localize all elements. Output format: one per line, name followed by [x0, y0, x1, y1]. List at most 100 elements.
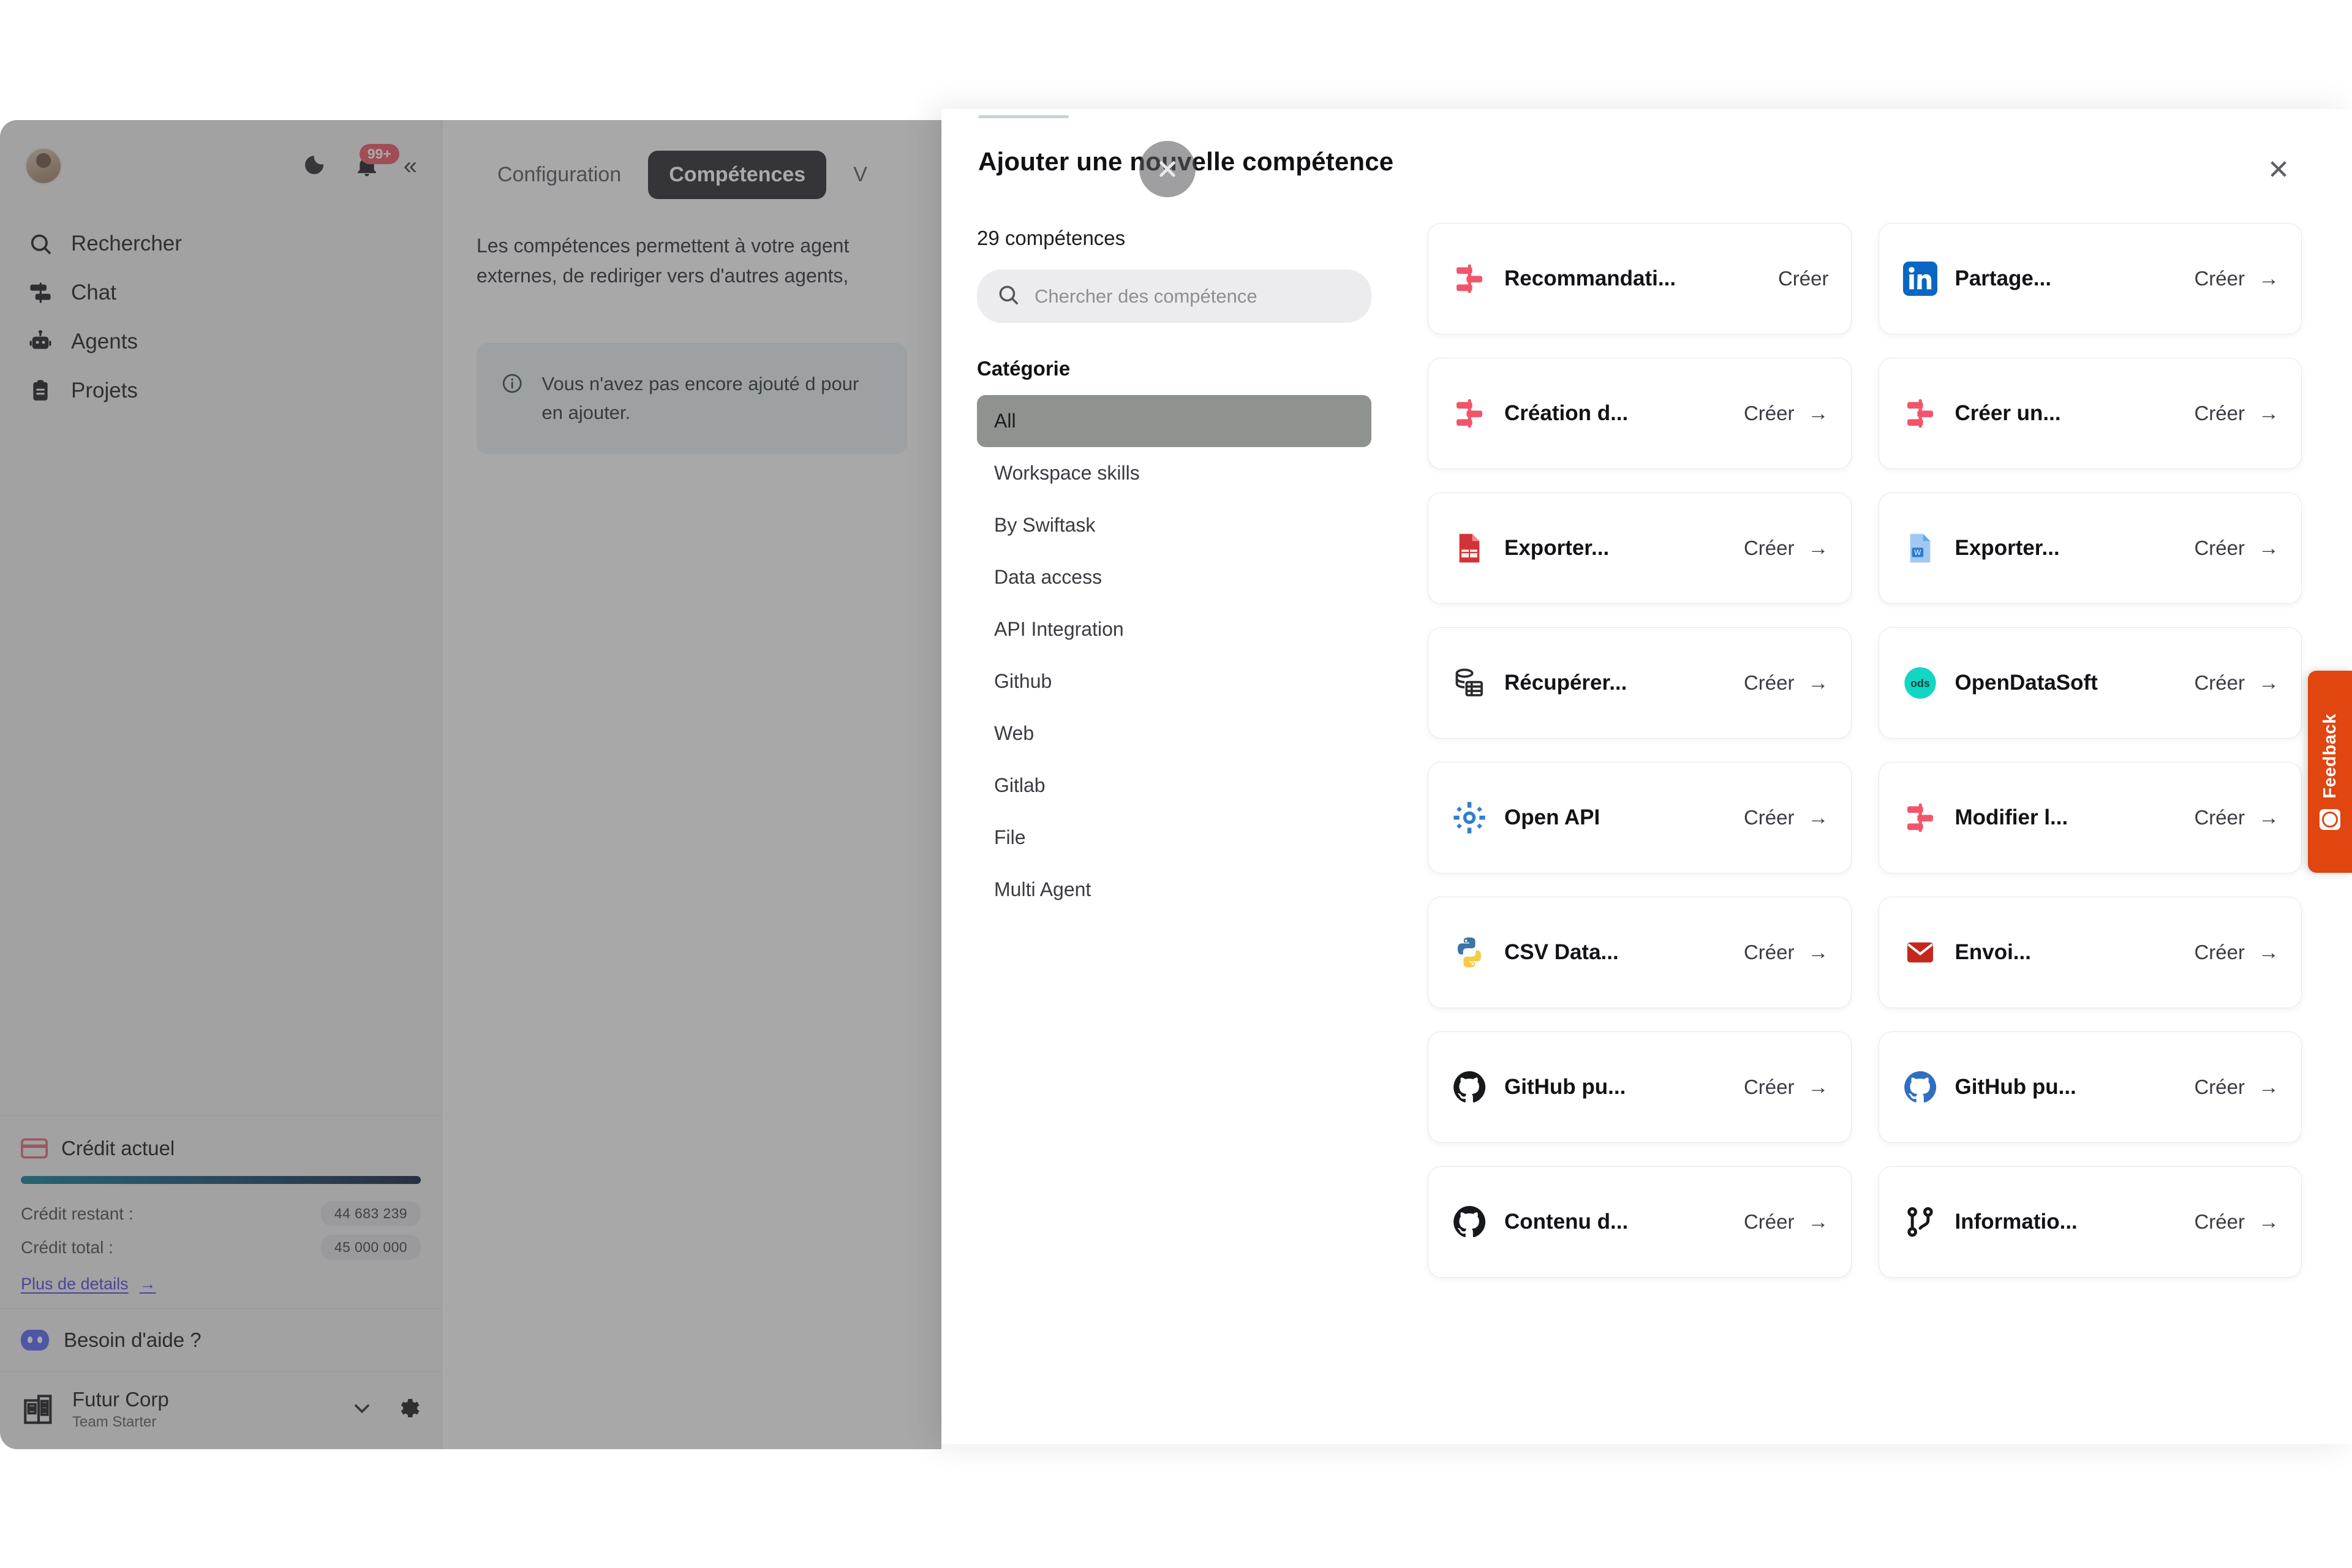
github-icon	[1450, 1203, 1488, 1241]
create-skill-button[interactable]: Créer →	[1744, 537, 1829, 560]
tab-competences[interactable]: Compétences	[648, 151, 827, 199]
arrow-right-icon: →	[1807, 537, 1829, 560]
sidebar: 99+ « Rechercher Chat Agents Projets Cré…	[0, 120, 442, 1449]
linkedin-icon	[1901, 260, 1939, 298]
close-icon[interactable]: ✕	[2261, 153, 2296, 187]
feedback-label: Feedback	[2320, 713, 2340, 799]
feedback-tab[interactable]: Feedback	[2308, 671, 2352, 873]
sidebar-item-agents[interactable]: Agents	[0, 317, 442, 366]
category-item-data-access[interactable]: Data access	[977, 551, 1371, 603]
arrow-right-icon: →	[1807, 1076, 1829, 1099]
sidebar-item-chat[interactable]: Chat	[0, 268, 442, 317]
more-details-link[interactable]: Plus de details →	[21, 1275, 421, 1294]
skill-card[interactable]: Recommandati... Créer	[1428, 223, 1852, 334]
create-skill-button[interactable]: Créer →	[2194, 267, 2279, 290]
category-item-file[interactable]: File	[977, 812, 1371, 864]
create-skill-button[interactable]: Créer →	[1744, 806, 1829, 829]
tab-vue[interactable]: V	[832, 151, 888, 199]
category-list: All Workspace skills By Swiftask Data ac…	[977, 395, 1371, 916]
create-skill-button[interactable]: Créer →	[2194, 537, 2279, 560]
skill-card[interactable]: Partage... Créer →	[1878, 223, 2302, 334]
skill-card[interactable]: ods OpenDataSoft Créer →	[1878, 627, 2302, 739]
help-link[interactable]: Besoin d'aide ?	[0, 1308, 442, 1371]
create-skill-button[interactable]: Créer →	[2194, 941, 2279, 964]
notifications-bell-icon[interactable]: 99+	[351, 144, 399, 182]
skill-name: Exporter...	[1954, 536, 2060, 560]
sidebar-item-rechercher[interactable]: Rechercher	[0, 219, 442, 268]
create-skill-button[interactable]: Créer →	[1744, 402, 1829, 425]
create-skill-button[interactable]: Créer	[1778, 267, 1829, 290]
skill-card[interactable]: Informatio... Créer →	[1878, 1166, 2302, 1278]
skill-card[interactable]: Contenu d... Créer →	[1428, 1166, 1852, 1278]
arrow-right-icon: →	[2258, 267, 2279, 290]
sidebar-item-label: Projets	[71, 379, 138, 402]
create-skill-button[interactable]: Créer →	[1744, 941, 1829, 964]
category-item-multi-agent[interactable]: Multi Agent	[977, 864, 1371, 916]
arrow-right-icon: →	[1807, 671, 1829, 695]
org-switcher[interactable]: Futur Corp Team Starter	[0, 1371, 442, 1449]
skill-card[interactable]: Récupérer... Créer →	[1428, 627, 1852, 739]
create-skill-button[interactable]: Créer →	[1744, 1076, 1829, 1099]
create-skill-button[interactable]: Créer →	[1744, 671, 1829, 695]
sidebar-item-label: Agents	[71, 330, 138, 353]
category-item-workspace-skills[interactable]: Workspace skills	[977, 447, 1371, 499]
create-button-label: Créer	[1743, 1076, 1795, 1098]
skill-card[interactable]: GitHub pu... Créer →	[1878, 1031, 2302, 1143]
create-skill-button[interactable]: Créer →	[2194, 806, 2279, 829]
create-skill-button[interactable]: Créer →	[2194, 1210, 2279, 1234]
page-description: Les compétences permettent à votre agent…	[477, 235, 850, 287]
credit-total-label: Crédit total :	[21, 1237, 113, 1257]
category-item-github[interactable]: Github	[977, 655, 1371, 707]
skill-card[interactable]: CSV Data... Créer →	[1428, 897, 1852, 1008]
filter-panel: 29 compétences Catégorie All Workspace s…	[941, 201, 1407, 1444]
sidebar-item-projets[interactable]: Projets	[0, 366, 442, 415]
skill-card[interactable]: GitHub pu... Créer →	[1428, 1031, 1852, 1143]
create-button-label: Créer	[1743, 806, 1795, 829]
category-item-by-swiftask[interactable]: By Swiftask	[977, 499, 1371, 551]
sidebar-item-label: Rechercher	[71, 232, 182, 255]
theme-toggle-icon[interactable]	[298, 150, 330, 182]
skill-card[interactable]: Exporter... Créer →	[1428, 492, 1852, 604]
arrow-right-icon: →	[1807, 402, 1829, 425]
search-input[interactable]	[1035, 285, 1352, 307]
tab-configuration[interactable]: Configuration	[477, 151, 642, 199]
chevron-down-icon[interactable]	[350, 1396, 374, 1423]
skill-card[interactable]: Création d... Créer →	[1428, 358, 1852, 469]
create-button-label: Créer	[2194, 671, 2245, 694]
create-button-label: Créer	[1743, 941, 1795, 963]
credit-progress-bar	[21, 1176, 421, 1184]
category-item-all[interactable]: All	[977, 395, 1371, 447]
credit-panel: Crédit actuel Crédit restant : 44 683 23…	[0, 1115, 442, 1308]
credit-remaining-value: 44 683 239	[320, 1201, 421, 1226]
arrow-right-icon: →	[2258, 1210, 2279, 1234]
chat-icon	[27, 279, 54, 306]
create-skill-button[interactable]: Créer →	[2194, 671, 2279, 695]
arrow-right-icon: →	[2258, 806, 2279, 829]
create-button-label: Créer	[1743, 537, 1795, 559]
category-item-api-integration[interactable]: API Integration	[977, 603, 1371, 655]
gear-icon[interactable]	[395, 1395, 421, 1424]
avatar[interactable]	[24, 147, 62, 185]
create-skill-button[interactable]: Créer →	[2194, 1076, 2279, 1099]
skill-card[interactable]: W Exporter... Créer →	[1878, 492, 2302, 604]
category-item-web[interactable]: Web	[977, 707, 1371, 760]
sidebar-item-label: Chat	[71, 281, 116, 304]
skill-name: Open API	[1504, 805, 1600, 829]
skill-card[interactable]: Modifier l... Créer →	[1878, 762, 2302, 873]
skill-grid: Recommandati... Créer Partage... Créer → Créa…	[1428, 223, 2302, 1278]
skill-search[interactable]	[977, 270, 1371, 323]
create-button-label: Créer	[2194, 806, 2245, 829]
skill-count-label: 29 compétences	[977, 227, 1126, 249]
skill-card[interactable]: Envoi... Créer →	[1878, 897, 2302, 1008]
skill-card[interactable]: Créer un... Créer →	[1878, 358, 2302, 469]
search-icon	[997, 283, 1020, 309]
category-item-gitlab[interactable]: Gitlab	[977, 760, 1371, 812]
robot-icon	[27, 328, 54, 355]
create-skill-button[interactable]: Créer →	[2194, 402, 2279, 425]
svg-text:ods: ods	[1910, 677, 1930, 690]
collapse-sidebar-icon[interactable]: «	[404, 154, 417, 178]
skill-card[interactable]: Open API Créer →	[1428, 762, 1852, 873]
sidebar-nav: Rechercher Chat Agents Projets	[0, 219, 442, 415]
credit-total-row: Crédit total : 45 000 000	[21, 1235, 421, 1260]
create-skill-button[interactable]: Créer →	[1744, 1210, 1829, 1234]
